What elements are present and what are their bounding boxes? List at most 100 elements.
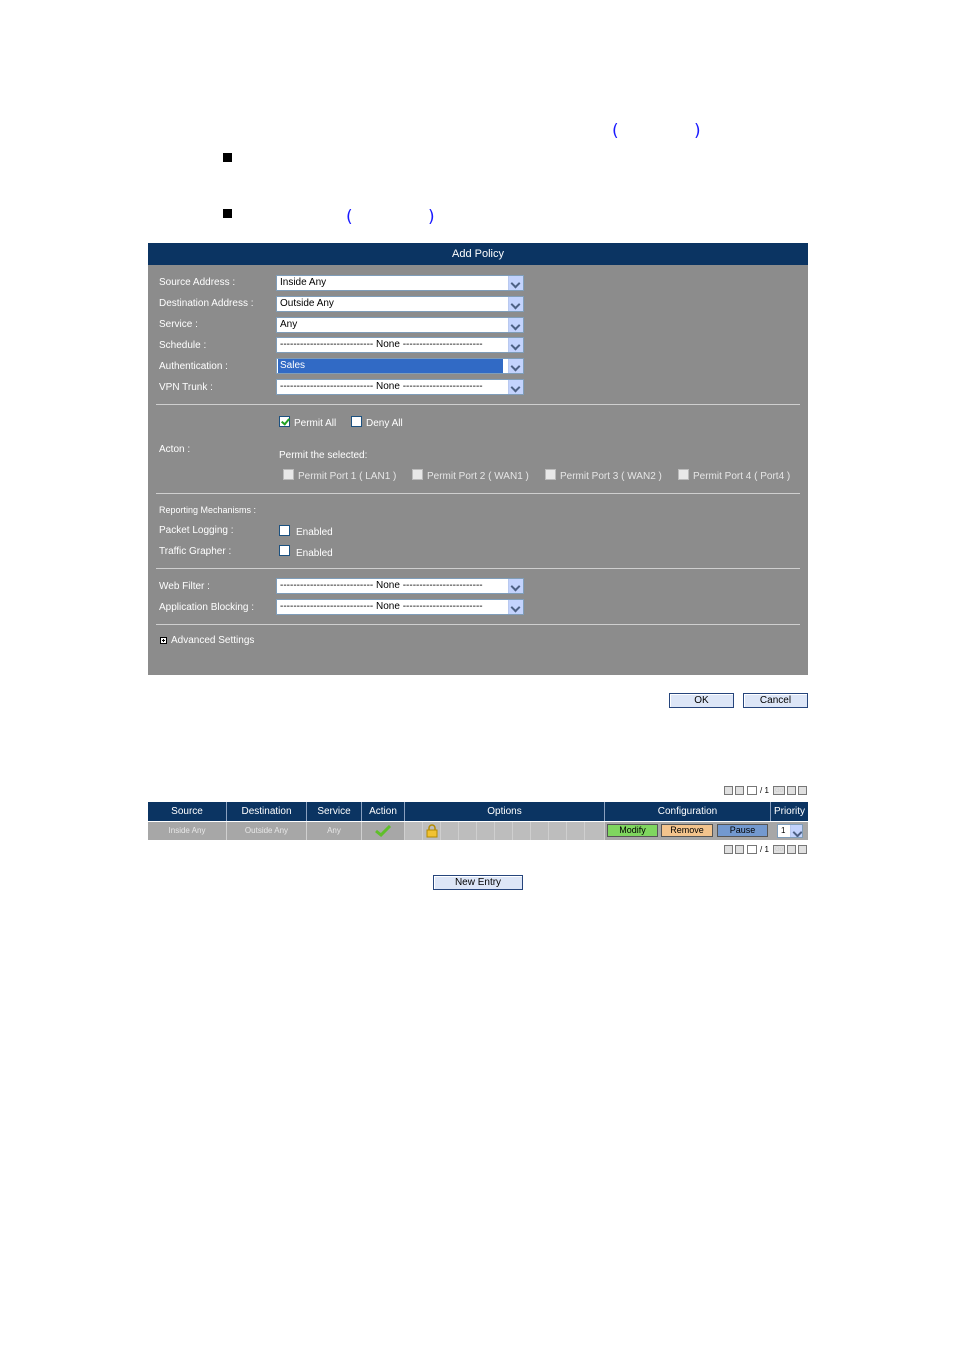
web-filter-label: Web Filter : [159, 581, 210, 592]
col-destination: Destination [227, 802, 307, 821]
modify-button[interactable]: Modify [607, 824, 658, 837]
option-cell [513, 822, 531, 840]
option-cell [477, 822, 495, 840]
permit-port2-label: Permit Port 2 ( WAN1 ) [427, 471, 529, 482]
option-cell [495, 822, 513, 840]
ok-button[interactable]: OK [669, 693, 734, 708]
option-cell [459, 822, 477, 840]
chevron-down-icon[interactable] [508, 359, 523, 373]
paren-open: ( [612, 121, 619, 141]
cancel-button[interactable]: Cancel [743, 693, 808, 708]
service-label: Service : [159, 319, 198, 330]
chevron-down-icon[interactable] [508, 600, 523, 614]
advanced-settings-link[interactable]: Advanced Settings [171, 635, 254, 646]
source-address-label: Source Address : [159, 277, 236, 288]
permit-port4-label: Permit Port 4 ( Port4 ) [693, 471, 791, 482]
permit-selected-label: Permit the selected: [279, 450, 368, 461]
permit-port1-label: Permit Port 1 ( LAN1 ) [298, 471, 397, 482]
priority-select[interactable]: 1 [777, 824, 803, 838]
cell-action [362, 822, 405, 840]
go-button[interactable]: Go [773, 845, 785, 854]
bullet-square-icon [223, 209, 232, 218]
first-page-icon[interactable] [724, 845, 733, 854]
web-filter-select[interactable]: ---------------------------- None ------… [276, 578, 524, 594]
chevron-down-icon[interactable] [508, 579, 523, 593]
add-policy-panel: Add Policy Source Address : Inside Any D… [148, 243, 808, 675]
next-page-icon[interactable] [787, 786, 796, 795]
traffic-grapher-enabled-label: Enabled [296, 548, 333, 559]
col-options: Options [405, 802, 605, 821]
deny-all-checkbox[interactable] [351, 416, 362, 427]
pager-top: / 1 Go [724, 786, 808, 796]
permit-port4-checkbox[interactable] [678, 469, 689, 480]
go-button[interactable]: Go [773, 786, 785, 795]
paren-open: ( [346, 207, 353, 227]
divider [156, 493, 800, 494]
pager-bottom: / 1 Go [724, 845, 808, 855]
divider [156, 568, 800, 569]
traffic-grapher-checkbox[interactable] [279, 545, 290, 556]
vpn-trunk-label: VPN Trunk : [159, 382, 213, 393]
traffic-grapher-label: Traffic Grapher : [159, 546, 232, 557]
select-value: 1 [781, 826, 786, 835]
destination-address-label: Destination Address : [159, 298, 254, 309]
permit-all-label: Permit All [294, 418, 337, 429]
vpn-trunk-select[interactable]: ---------------------------- None ------… [276, 379, 524, 395]
destination-address-select[interactable]: Outside Any [276, 296, 524, 312]
cell-service: Any [307, 822, 362, 840]
authentication-select[interactable]: Sales [276, 358, 524, 374]
permit-check-icon [375, 824, 392, 838]
select-value: Sales [278, 359, 503, 373]
paren-close: ) [694, 121, 701, 141]
col-configuration: Configuration [605, 802, 771, 821]
option-cell [585, 822, 605, 840]
select-value: ---------------------------- None ------… [280, 339, 483, 350]
last-page-icon[interactable] [798, 845, 807, 854]
select-value: Inside Any [280, 277, 327, 288]
schedule-select[interactable]: ---------------------------- None ------… [276, 337, 524, 353]
application-blocking-select[interactable]: ---------------------------- None ------… [276, 599, 524, 615]
page-total: / 1 [760, 845, 769, 854]
last-page-icon[interactable] [798, 786, 807, 795]
chevron-down-icon[interactable] [790, 825, 802, 837]
permit-port2-checkbox[interactable] [412, 469, 423, 480]
remove-button[interactable]: Remove [661, 824, 713, 837]
divider [156, 404, 800, 405]
chevron-down-icon[interactable] [508, 380, 523, 394]
col-service: Service [307, 802, 362, 821]
cell-destination: Outside Any [227, 822, 307, 840]
packet-logging-checkbox[interactable] [279, 525, 290, 536]
prev-page-icon[interactable] [735, 845, 744, 854]
new-entry-button[interactable]: New Entry [433, 875, 523, 890]
permit-all-checkbox[interactable] [279, 416, 290, 427]
schedule-label: Schedule : [159, 340, 207, 351]
permit-port3-label: Permit Port 3 ( WAN2 ) [560, 471, 662, 482]
option-cell-auth [423, 822, 441, 840]
option-cell [531, 822, 549, 840]
chevron-down-icon[interactable] [508, 276, 523, 290]
pause-button[interactable]: Pause [717, 824, 768, 837]
chevron-down-icon[interactable] [508, 318, 523, 332]
chevron-down-icon[interactable] [508, 338, 523, 352]
page-total: / 1 [760, 786, 769, 795]
page-number-input[interactable] [747, 845, 757, 854]
source-address-select[interactable]: Inside Any [276, 275, 524, 291]
permit-port3-checkbox[interactable] [545, 469, 556, 480]
table-row: Inside Any Outside Any Any Modify Remove… [148, 822, 808, 840]
packet-logging-label: Packet Logging : [159, 525, 234, 536]
prev-page-icon[interactable] [735, 786, 744, 795]
cell-source: Inside Any [148, 822, 227, 840]
first-page-icon[interactable] [724, 786, 733, 795]
col-action: Action [362, 802, 405, 821]
select-value: Any [280, 319, 298, 330]
chevron-down-icon[interactable] [508, 297, 523, 311]
expand-plus-icon[interactable] [160, 637, 167, 644]
authentication-label: Authentication : [159, 361, 228, 372]
select-value: ---------------------------- None ------… [280, 381, 483, 392]
bullet-square-icon [223, 153, 232, 162]
next-page-icon[interactable] [787, 845, 796, 854]
page-number-input[interactable] [747, 786, 757, 795]
service-select[interactable]: Any [276, 317, 524, 333]
permit-port1-checkbox[interactable] [283, 469, 294, 480]
col-source: Source [148, 802, 227, 821]
